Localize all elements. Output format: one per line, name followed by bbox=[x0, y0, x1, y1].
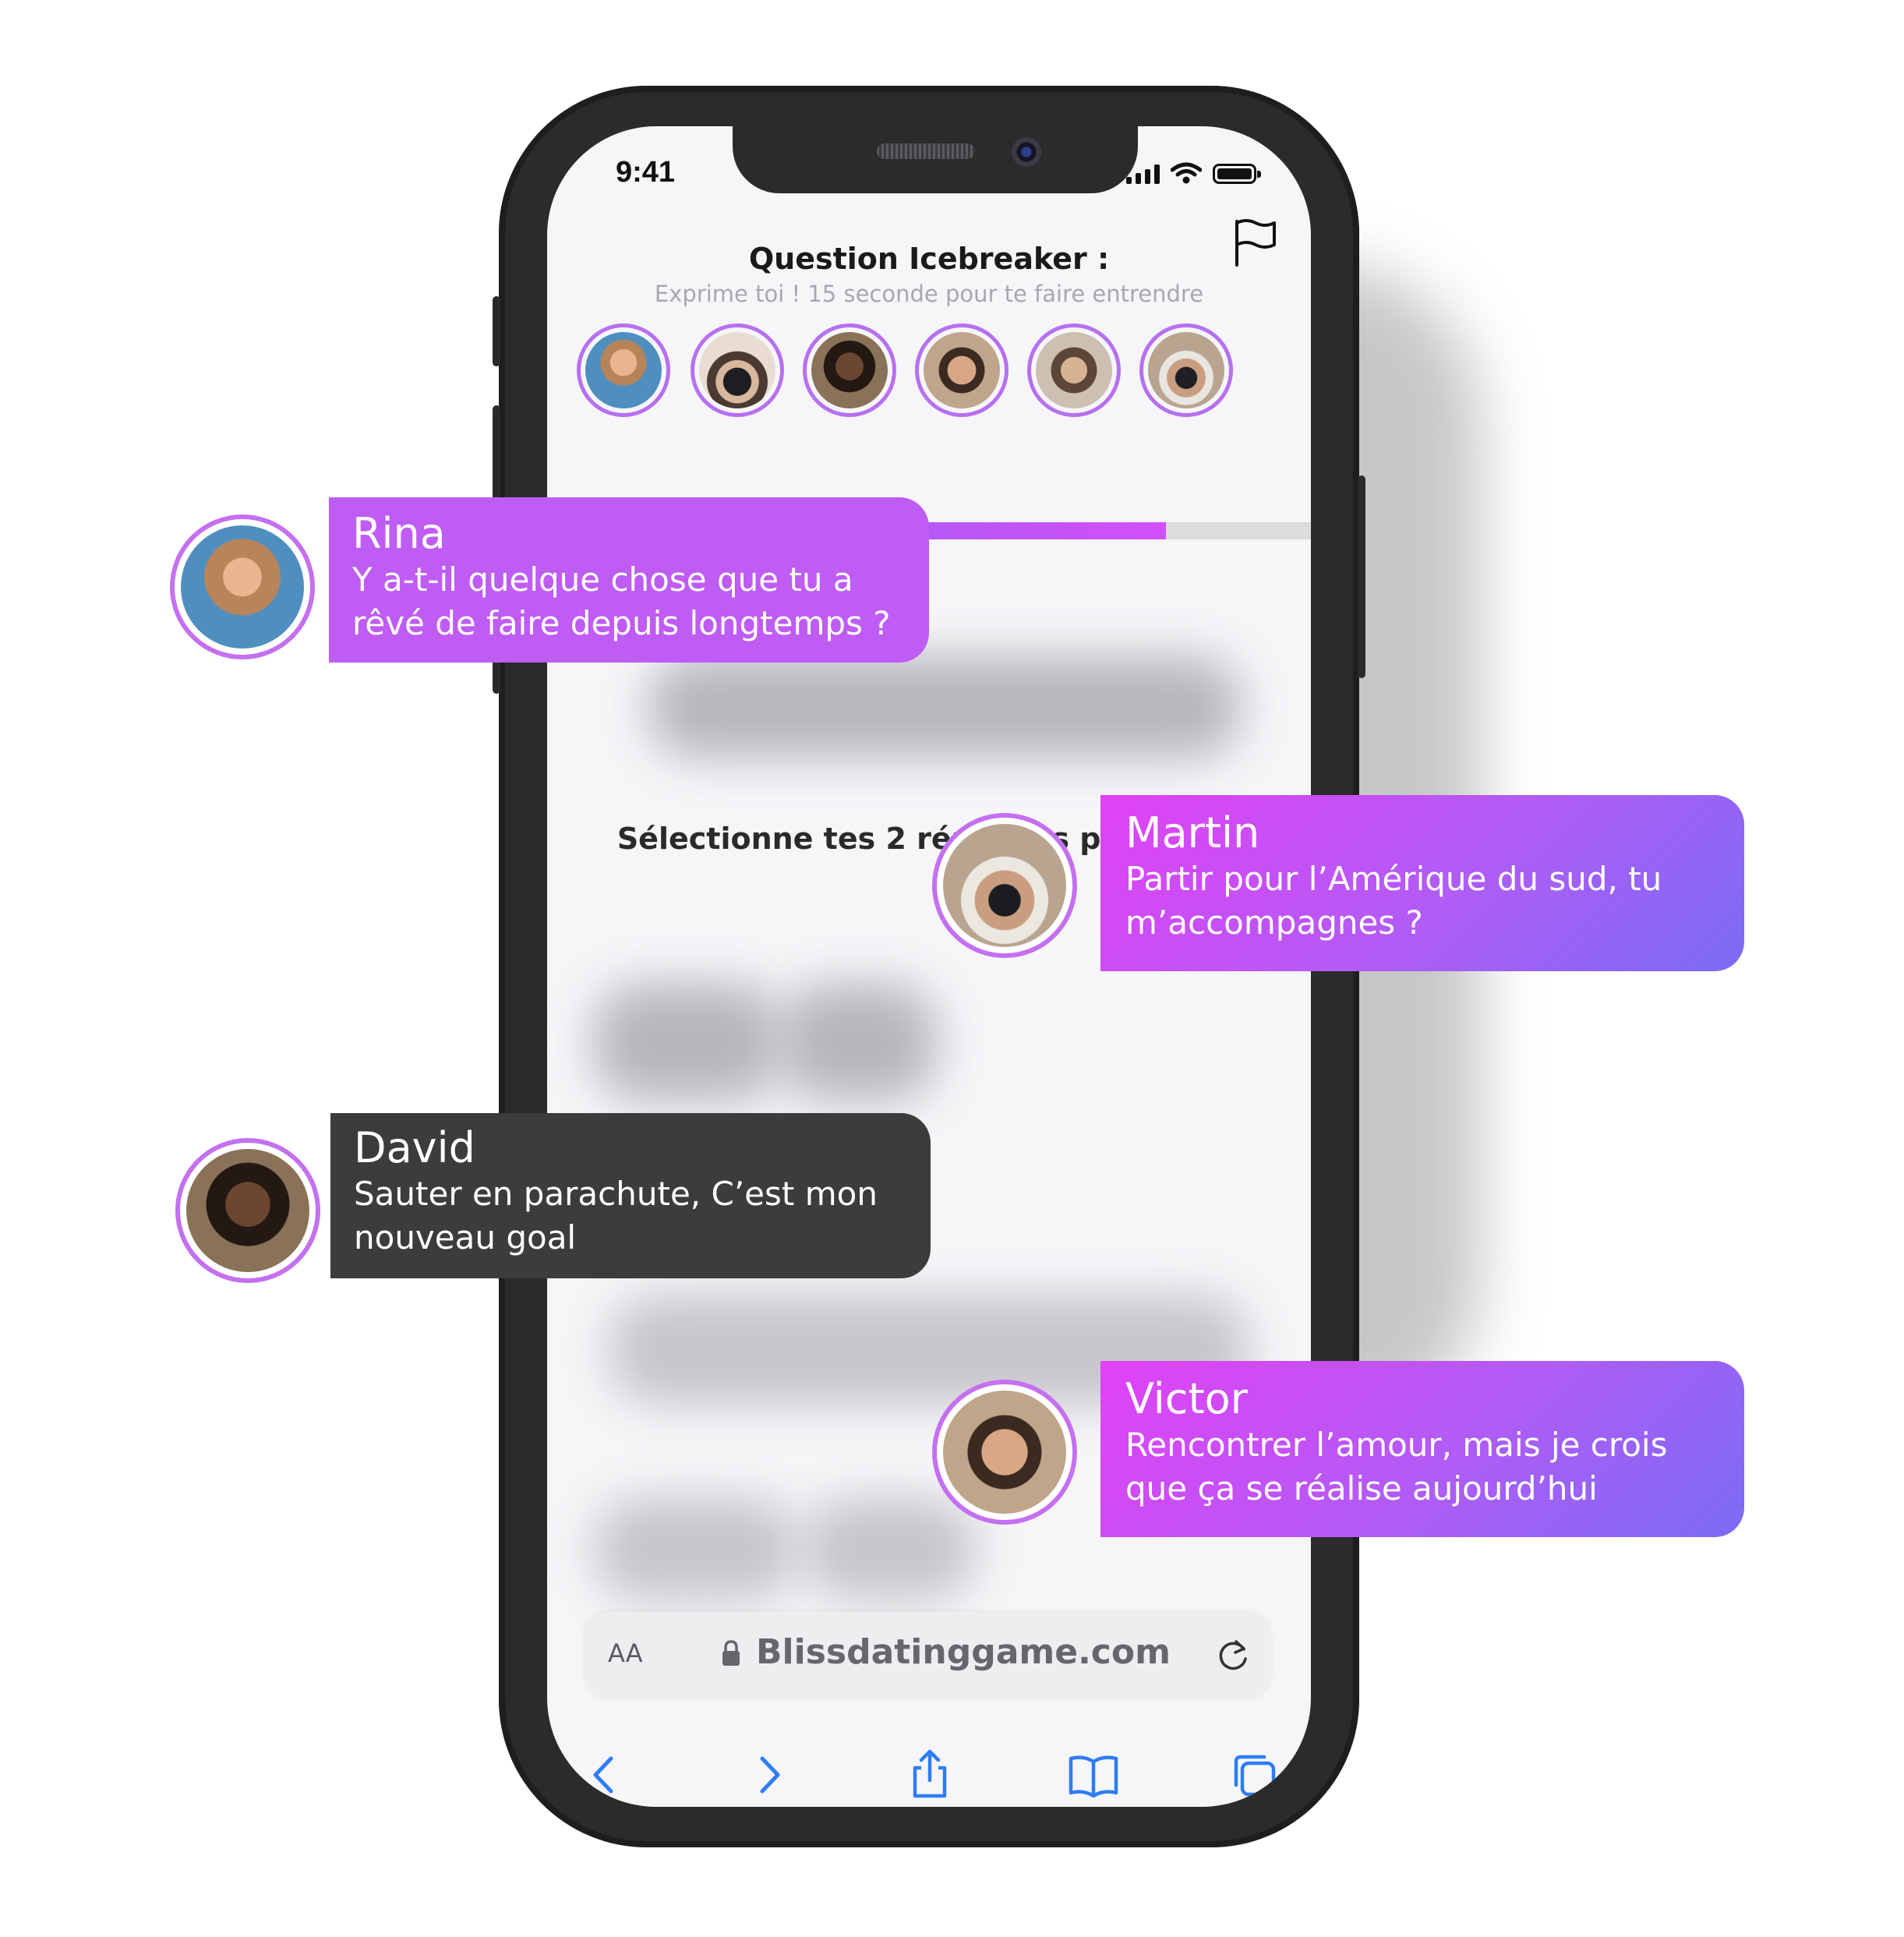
notch bbox=[733, 126, 1138, 193]
power-button bbox=[1358, 475, 1365, 678]
victor-avatar bbox=[932, 1380, 1077, 1525]
blurred-answer-1a bbox=[594, 984, 781, 1101]
reload-icon[interactable] bbox=[1214, 1635, 1253, 1674]
message-text-line: Sauter en parachute, C’est mon bbox=[354, 1175, 878, 1213]
message-text-line: que ça se réalise aujourd’hui bbox=[1125, 1469, 1598, 1508]
message-text-line: Y a-t-il quelque chose que tu a bbox=[352, 560, 853, 599]
blurred-question bbox=[648, 656, 1241, 758]
status-time: 9:41 bbox=[616, 156, 676, 189]
participant-avatar-martin[interactable] bbox=[1139, 323, 1233, 417]
participant-avatar-masked[interactable] bbox=[691, 323, 784, 417]
chevron-left-icon[interactable] bbox=[578, 1748, 633, 1802]
browser-url-bar[interactable]: AA Blissdatinggame.com bbox=[585, 1612, 1270, 1698]
header-subtitle: Exprime toi ! 15 seconde pour te faire e… bbox=[654, 281, 1204, 307]
message-bubble-victor: Victor Rencontrer l’amour, mais je crois… bbox=[1100, 1361, 1744, 1537]
david-avatar bbox=[175, 1138, 320, 1283]
blurred-answer-3b bbox=[804, 1498, 976, 1599]
message-text-line: rêvé de faire depuis longtemps ? bbox=[352, 604, 891, 642]
url-text[interactable]: Blissdatinggame.com bbox=[756, 1632, 1171, 1672]
message-author: Rina bbox=[352, 509, 446, 558]
message-text-line: nouveau goal bbox=[354, 1218, 577, 1257]
battery-icon bbox=[1213, 164, 1261, 184]
browser-toolbar bbox=[547, 1748, 1311, 1807]
message-text-line: Rencontrer l’amour, mais je crois bbox=[1125, 1426, 1668, 1464]
mute-switch bbox=[493, 296, 500, 366]
message-author: David bbox=[354, 1123, 475, 1172]
message-text-line: Partir pour l’Amérique du sud, tu bbox=[1125, 860, 1662, 898]
front-camera bbox=[1012, 137, 1041, 167]
martin-avatar bbox=[932, 813, 1077, 958]
message-text-line: m’accompagnes ? bbox=[1125, 903, 1423, 942]
earpiece-speaker bbox=[877, 143, 975, 159]
message-bubble-david: David Sauter en parachute, C’est mon nou… bbox=[330, 1113, 931, 1278]
book-icon[interactable] bbox=[1066, 1748, 1121, 1802]
message-author: Victor bbox=[1125, 1374, 1248, 1423]
participant-avatar-david[interactable] bbox=[803, 323, 896, 417]
header-title: Question Icebreaker : bbox=[748, 242, 1110, 276]
message-author: Martin bbox=[1125, 808, 1260, 857]
wifi-icon bbox=[1171, 162, 1202, 184]
blurred-answer-1b bbox=[781, 984, 937, 1101]
tabs-icon[interactable] bbox=[1227, 1748, 1281, 1802]
message-bubble-rina: Rina Y a-t-il quelque chose que tu a rêv… bbox=[329, 497, 929, 663]
blurred-answer-3a bbox=[594, 1498, 797, 1599]
rina-avatar bbox=[170, 514, 315, 659]
chevron-right-icon[interactable] bbox=[742, 1748, 797, 1802]
status-icons bbox=[1126, 162, 1261, 184]
message-bubble-martin: Martin Partir pour l’Amérique du sud, tu… bbox=[1100, 795, 1744, 971]
cellular-signal-icon bbox=[1126, 164, 1160, 184]
participant-avatar-victor[interactable] bbox=[915, 323, 1009, 417]
share-icon[interactable] bbox=[903, 1748, 957, 1802]
participant-avatar-rina[interactable] bbox=[577, 323, 670, 417]
lock-icon bbox=[722, 1640, 740, 1666]
flag-icon[interactable] bbox=[1229, 217, 1279, 267]
participant-avatar-5[interactable] bbox=[1027, 323, 1121, 417]
reader-text-size-button[interactable]: AA bbox=[608, 1638, 643, 1668]
